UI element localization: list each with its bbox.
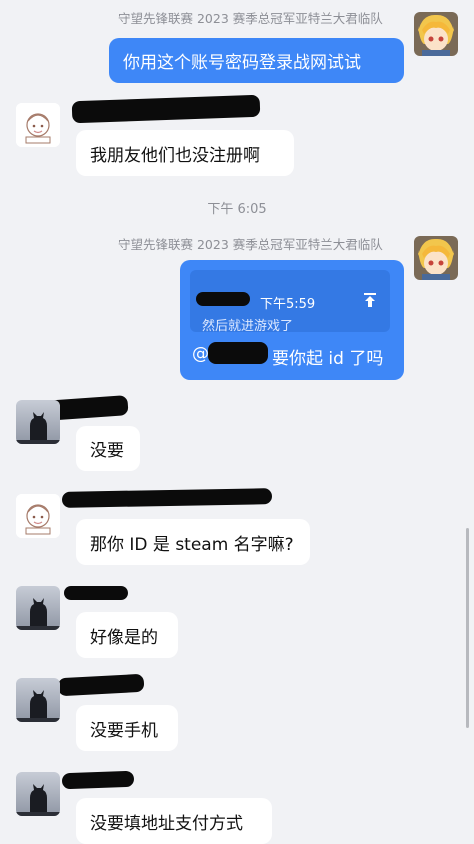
redacted-sender-name [61,488,273,508]
cat-avatar-icon[interactable] [16,400,60,444]
message-bubble-other[interactable]: 好像是的 [76,612,178,658]
message-bubble-other[interactable]: 我朋友他们也没注册啊 [76,130,294,176]
message-text: 好像是的 [90,627,158,648]
message-text: 没要填地址支付方式 [90,813,243,834]
message-text: 那你 ID 是 steam 名字嘛? [90,534,294,555]
message-bubble-self[interactable]: 你用这个账号密码登录战网试试 [109,38,404,83]
message-bubble-other[interactable]: 没要手机 [76,705,178,751]
message-text: 我朋友他们也没注册啊 [90,145,260,166]
message-bubble-self[interactable]: 下午5:59 然后就进游戏了 @ 要你起 id 了吗 [180,260,404,380]
message-bubble-other[interactable]: 那你 ID 是 steam 名字嘛? [76,519,310,565]
message-bubble-other[interactable]: 没要填地址支付方式 [76,798,272,844]
message-text: 你用这个账号密码登录战网试试 [123,53,361,73]
anime-avatar-icon[interactable] [414,236,458,280]
message-text: 要你起 id 了吗 [272,349,384,369]
sketch-avatar-icon[interactable] [16,103,60,147]
redacted-sender-name [61,770,135,790]
redacted-quote-sender [196,292,250,306]
sender-name: 守望先锋联赛 2023 赛季总冠军亚特兰大君临队 [118,11,383,26]
quoted-message[interactable]: 下午5:59 然后就进游戏了 [190,270,390,334]
redacted-sender-name [71,94,261,124]
cat-avatar-icon[interactable] [16,772,60,816]
redacted-sender-name [64,586,128,600]
cat-avatar-icon[interactable] [16,678,60,722]
sketch-avatar-icon[interactable] [16,494,60,538]
message-text: 没要手机 [90,720,158,741]
time-separator: 下午 6:05 [207,202,267,217]
mention-prefix: @ [192,344,209,364]
jump-to-message-icon[interactable] [362,292,378,312]
anime-avatar-icon[interactable] [414,12,458,56]
quote-time: 下午5:59 [260,297,316,312]
cat-avatar-icon[interactable] [16,586,60,630]
scrollbar-thumb[interactable] [466,528,469,728]
sender-name: 守望先锋联赛 2023 赛季总冠军亚特兰大君临队 [118,237,383,252]
redacted-sender-name [57,673,145,697]
quote-text: 然后就进游戏了 [202,319,294,334]
message-text: 没要 [90,441,124,461]
message-bubble-other[interactable]: 没要 [76,426,140,471]
redacted-mention-name [208,342,268,364]
